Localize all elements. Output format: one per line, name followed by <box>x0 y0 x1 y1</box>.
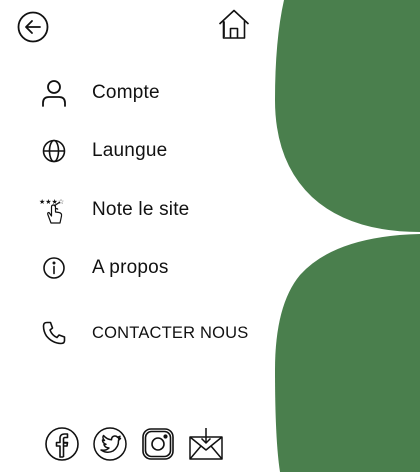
back-button[interactable] <box>16 10 50 44</box>
home-icon <box>218 9 250 39</box>
instagram-icon <box>142 428 174 460</box>
rate-stars-hand-icon: ★★★☆ <box>32 190 76 230</box>
menu-item-label: Note le site <box>92 199 190 220</box>
menu-item-label: Compte <box>92 82 160 103</box>
instagram-button[interactable] <box>140 426 176 462</box>
phone-icon <box>32 313 76 353</box>
menu-item-contact[interactable]: CONTACTER NOUS <box>32 313 249 353</box>
green-shape-top <box>275 0 420 232</box>
twitter-button[interactable] <box>92 426 128 462</box>
globe-icon <box>32 131 76 171</box>
green-shape-bottom <box>275 234 420 472</box>
twitter-icon <box>93 427 127 461</box>
menu-item-label: A propos <box>92 257 169 278</box>
svg-text:★★★☆: ★★★☆ <box>39 198 64 206</box>
mail-button[interactable] <box>188 426 224 462</box>
facebook-button[interactable] <box>44 426 80 462</box>
menu-item-language[interactable]: Laungue <box>32 131 167 171</box>
decorative-green-shapes <box>275 0 420 472</box>
social-links <box>44 425 236 463</box>
menu-item-label: Laungue <box>92 140 168 161</box>
mail-download-icon <box>189 428 223 460</box>
menu-item-rate[interactable]: ★★★☆ Note le site <box>32 190 189 230</box>
info-icon <box>32 248 76 288</box>
back-arrow-circle-icon <box>17 11 49 43</box>
menu-item-label: CONTACTER NOUS <box>92 323 249 342</box>
menu-item-about[interactable]: A propos <box>32 248 169 288</box>
menu-item-account[interactable]: Compte <box>32 73 160 113</box>
home-button[interactable] <box>216 6 252 42</box>
user-icon <box>32 73 76 113</box>
facebook-icon <box>45 427 79 461</box>
